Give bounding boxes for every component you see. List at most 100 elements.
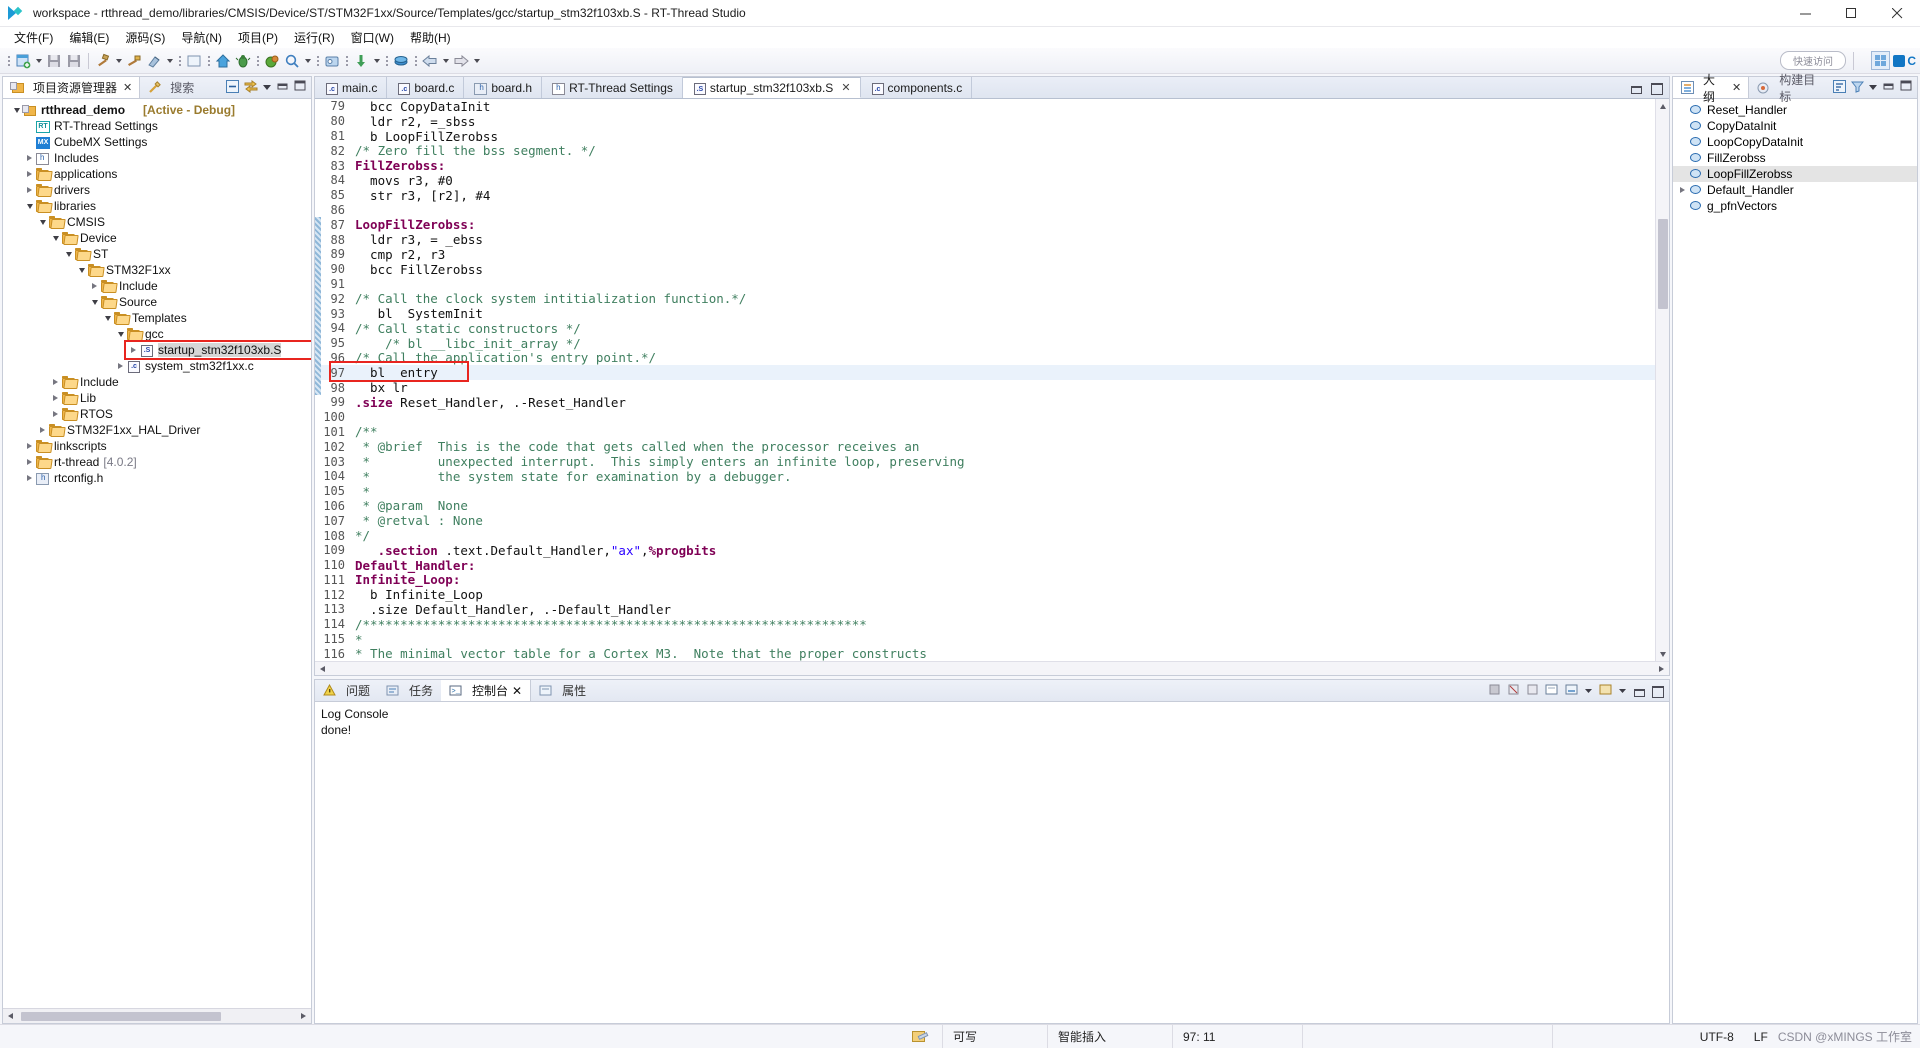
console-tab-属性[interactable]: 属性 (531, 680, 594, 701)
minimize-view-icon[interactable] (277, 80, 289, 95)
code-line-89[interactable]: 89 cmp r2, r3 (315, 247, 1655, 262)
save-all-icon[interactable] (64, 50, 84, 72)
tab-build-targets[interactable]: 构建目标 (1749, 73, 1833, 104)
outline-item-loopfillzerobss[interactable]: LoopFillZerobss (1673, 166, 1917, 182)
code-line-114[interactable]: 114 /************************************… (315, 617, 1655, 632)
home-icon[interactable] (213, 50, 233, 72)
expand-arrow-icon[interactable] (50, 406, 61, 422)
collapse-arrow-icon[interactable] (11, 102, 22, 118)
tab-project-explorer[interactable]: 项目资源管理器 ✕ (3, 77, 141, 98)
code-line-115[interactable]: 115 * (315, 632, 1655, 647)
code-text-area[interactable]: 79 bcc CopyDataInit 80 ldr r2, =_sbss 81 b… (315, 99, 1655, 661)
code-line-96[interactable]: 96/* Call the application's entry point.… (315, 350, 1655, 365)
scroll-up-icon[interactable] (1656, 99, 1670, 113)
scroll-lock-arrow-icon[interactable] (1585, 684, 1593, 698)
menu-window[interactable]: 窗口(W) (343, 27, 402, 48)
expand-arrow-icon[interactable] (89, 278, 100, 294)
collapse-arrow-icon[interactable] (50, 230, 61, 246)
code-line-105[interactable]: 105 * (315, 484, 1655, 499)
build-dropdown-arrow[interactable] (113, 50, 124, 72)
code-line-81[interactable]: 81 b LoopFillZerobss (315, 129, 1655, 144)
scroll-left-icon[interactable] (3, 1009, 18, 1024)
new-project-icon[interactable] (13, 50, 33, 72)
hscroll-thumb[interactable] (21, 1012, 221, 1021)
tree-item-st[interactable]: ST (3, 246, 311, 262)
terminal-icon[interactable] (184, 50, 204, 72)
build-target-icon[interactable] (124, 50, 144, 72)
menu-help[interactable]: 帮助(H) (402, 27, 459, 48)
close-button[interactable] (1874, 0, 1920, 27)
tree-item-source[interactable]: Source (3, 294, 311, 310)
code-line-93[interactable]: 93 bl SystemInit (315, 306, 1655, 321)
minimize-console-icon[interactable] (1633, 685, 1645, 697)
back-dropdown-arrow[interactable] (440, 50, 451, 72)
code-line-107[interactable]: 107 * @retval : None (315, 513, 1655, 528)
code-line-84[interactable]: 84 movs r3, #0 (315, 173, 1655, 188)
close-icon[interactable]: ✕ (1732, 81, 1741, 94)
collapse-arrow-icon[interactable] (37, 214, 48, 230)
tree-item-include[interactable]: Include (3, 374, 311, 390)
code-line-82[interactable]: 82 /* Zero fill the bss segment. */ (315, 143, 1655, 158)
tree-item-startup-stm32f103xb-s[interactable]: .S startup_stm32f103xb.S (3, 342, 311, 358)
collapse-all-icon[interactable] (226, 79, 239, 96)
scroll-right-icon[interactable] (296, 1009, 311, 1024)
remove-all-icon[interactable] (1526, 683, 1539, 699)
code-line-88[interactable]: 88 ldr r3, = _ebss (315, 232, 1655, 247)
editor-vscrollbar[interactable] (1655, 99, 1670, 662)
code-line-91[interactable]: 91 (315, 277, 1655, 292)
editor-tab-startup-stm32f103xb-s[interactable]: .S startup_stm32f103xb.S ✕ (682, 77, 861, 98)
code-line-106[interactable]: 106 * @param None (315, 498, 1655, 513)
editor-hscrollbar[interactable] (315, 661, 1669, 676)
menu-source[interactable]: 源码(S) (117, 27, 173, 48)
menu-navigate[interactable]: 导航(N) (173, 27, 230, 48)
expand-arrow-icon[interactable] (24, 150, 35, 166)
menu-project[interactable]: 项目(P) (230, 27, 286, 48)
code-line-98[interactable]: 98 bx lr (315, 380, 1655, 395)
flash-download-icon[interactable] (322, 50, 342, 72)
tab-search[interactable]: 搜索 (140, 77, 201, 98)
back-icon[interactable] (420, 50, 440, 72)
toolbar-drag-handle[interactable] (6, 52, 11, 70)
forward-icon[interactable] (451, 50, 471, 72)
run-icon[interactable] (262, 50, 282, 72)
code-line-99[interactable]: 99 .size Reset_Handler, .-Reset_Handler (315, 395, 1655, 410)
code-line-85[interactable]: 85 str r3, [r2], #4 (315, 188, 1655, 203)
tree-item-stm32f1xx-hal-driver[interactable]: STM32F1xx_HAL_Driver (3, 422, 311, 438)
tree-item-include[interactable]: Include (3, 278, 311, 294)
close-icon[interactable]: ✕ (123, 81, 132, 94)
code-line-113[interactable]: 113 .size Default_Handler, .-Default_Han… (315, 602, 1655, 617)
search-icon[interactable] (282, 50, 302, 72)
bug-icon[interactable] (233, 50, 253, 72)
code-line-100[interactable]: 100 (315, 410, 1655, 425)
clean-icon[interactable] (144, 50, 164, 72)
pin-console-icon[interactable] (1599, 683, 1613, 699)
expand-arrow-icon[interactable] (128, 342, 139, 358)
code-line-112[interactable]: 112 b Infinite_Loop (315, 587, 1655, 602)
project-tree-hscrollbar[interactable] (3, 1008, 311, 1023)
code-editor[interactable]: 79 bcc CopyDataInit 80 ldr r2, =_sbss 81 b… (315, 99, 1670, 662)
code-line-90[interactable]: 90 bcc FillZerobss (315, 262, 1655, 277)
new-dropdown-arrow[interactable] (33, 50, 44, 72)
editor-tab-main-c[interactable]: .c main.c (315, 77, 388, 98)
code-line-83[interactable]: 83 FillZerobss: (315, 158, 1655, 173)
expand-arrow-icon[interactable] (24, 454, 35, 470)
perspective-c-button[interactable]: C (1893, 54, 1916, 68)
expand-arrow-icon[interactable] (24, 182, 35, 198)
outline-item-loopcopydatainit[interactable]: LoopCopyDataInit (1673, 134, 1917, 150)
code-line-101[interactable]: 101 /** (315, 424, 1655, 439)
vscroll-thumb[interactable] (1658, 219, 1668, 309)
maximize-view-icon[interactable] (294, 80, 306, 95)
expand-arrow-icon[interactable] (37, 422, 48, 438)
open-perspective-icon[interactable] (1871, 51, 1891, 70)
remove-launch-icon[interactable] (1507, 683, 1520, 699)
search-dropdown-arrow[interactable] (302, 50, 313, 72)
expand-arrow-icon[interactable] (50, 374, 61, 390)
code-line-102[interactable]: 102 * @brief This is the code that gets … (315, 439, 1655, 454)
collapse-arrow-icon[interactable] (115, 326, 126, 342)
minimize-button[interactable] (1782, 0, 1828, 27)
code-line-108[interactable]: 108 */ (315, 528, 1655, 543)
maximize-console-icon[interactable] (1651, 685, 1664, 698)
outline-item-fillzerobss[interactable]: FillZerobss (1673, 150, 1917, 166)
expand-arrow-icon[interactable] (1677, 182, 1688, 198)
maximize-view-icon[interactable] (1900, 80, 1912, 95)
